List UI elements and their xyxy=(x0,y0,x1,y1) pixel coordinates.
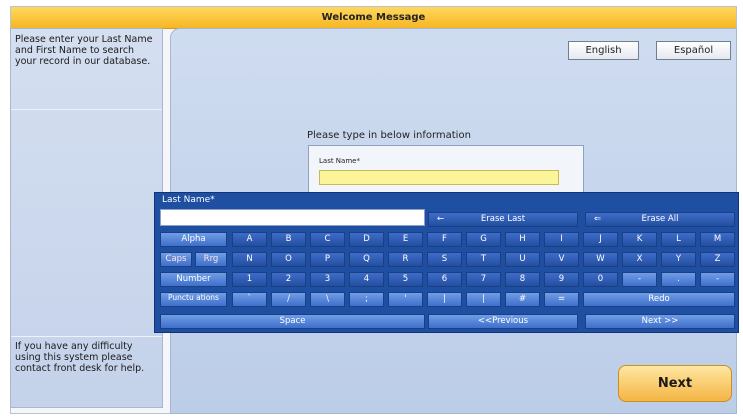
erase-last-button[interactable]: ← Erase Last xyxy=(428,212,578,227)
alpha-mode-key[interactable]: Alpha xyxy=(160,232,227,247)
key-7[interactable]: 7 xyxy=(466,272,501,287)
key-f[interactable]: F xyxy=(427,232,462,247)
punctuation-mode-key[interactable]: Punctu ations xyxy=(160,292,227,307)
key-9[interactable]: 9 xyxy=(544,272,579,287)
last-name-input[interactable] xyxy=(319,170,559,185)
redo-button[interactable]: Redo xyxy=(583,292,735,307)
key-period[interactable]: . xyxy=(661,272,696,287)
keyboard-text-field[interactable] xyxy=(160,209,425,226)
key-p[interactable]: P xyxy=(310,252,345,267)
keyboard-next-button[interactable]: Next >> xyxy=(585,314,735,329)
key-5[interactable]: 5 xyxy=(388,272,423,287)
espanol-button[interactable]: Español xyxy=(656,41,731,60)
key-3[interactable]: 3 xyxy=(310,272,345,287)
key-1[interactable]: 1 xyxy=(232,272,267,287)
help-text: If you have any difficulty using this sy… xyxy=(15,341,145,374)
key-i[interactable]: I xyxy=(544,232,579,247)
key-e[interactable]: E xyxy=(388,232,423,247)
key-backtick[interactable]: ` xyxy=(232,292,267,307)
form-prompt: Please type in below information xyxy=(307,130,471,141)
caps-key[interactable]: Caps xyxy=(160,252,192,267)
last-name-label: Last Name* xyxy=(319,157,360,165)
rrg-key[interactable]: Rrg xyxy=(195,252,227,267)
instructions-text: Please enter your Last Name and First Na… xyxy=(15,34,153,67)
instruction-sidebar: Please enter your Last Name and First Na… xyxy=(10,28,163,408)
key-j[interactable]: J xyxy=(583,232,618,247)
key-z[interactable]: Z xyxy=(700,252,735,267)
key-backslash[interactable]: \ xyxy=(310,292,345,307)
erase-all-button[interactable]: ⇐ Erase All xyxy=(585,212,735,227)
key-0[interactable]: 0 xyxy=(583,272,618,287)
key-t[interactable]: T xyxy=(466,252,501,267)
key-slash[interactable]: / xyxy=(271,292,306,307)
key-equals[interactable]: = xyxy=(544,292,579,307)
number-mode-key[interactable]: Number xyxy=(160,272,227,287)
key-8[interactable]: 8 xyxy=(505,272,540,287)
key-o[interactable]: O xyxy=(271,252,306,267)
key-s[interactable]: S xyxy=(427,252,462,267)
key-q[interactable]: Q xyxy=(349,252,384,267)
key-m[interactable]: M xyxy=(700,232,735,247)
key-d[interactable]: D xyxy=(349,232,384,247)
key-u[interactable]: U xyxy=(505,252,540,267)
english-button[interactable]: English xyxy=(568,41,639,60)
key-hash[interactable]: # xyxy=(505,292,540,307)
key-w[interactable]: W xyxy=(583,252,618,267)
key-h[interactable]: H xyxy=(505,232,540,247)
sidebar-divider xyxy=(11,109,162,110)
key-apostrophe[interactable]: ' xyxy=(388,292,423,307)
key-c[interactable]: C xyxy=(310,232,345,247)
window-title: Welcome Message xyxy=(11,7,736,29)
back-arrow-icon: ← xyxy=(437,214,445,224)
key-k[interactable]: K xyxy=(622,232,657,247)
key-v[interactable]: V xyxy=(544,252,579,267)
key-n[interactable]: N xyxy=(232,252,267,267)
last-name-form: Last Name* xyxy=(308,145,584,195)
key-dash[interactable]: - xyxy=(700,272,735,287)
sidebar-divider xyxy=(11,336,162,337)
on-screen-keyboard: Last Name* ← Erase Last ⇐ Erase All Alph… xyxy=(154,192,739,333)
key-a[interactable]: A xyxy=(232,232,267,247)
key-pipe[interactable]: | xyxy=(466,292,501,307)
key-pipe[interactable]: | xyxy=(427,292,462,307)
erase-all-arrow-icon: ⇐ xyxy=(594,214,602,224)
key-2[interactable]: 2 xyxy=(271,272,306,287)
space-key[interactable]: Space xyxy=(160,314,425,329)
key-r[interactable]: R xyxy=(388,252,423,267)
key-l[interactable]: L xyxy=(661,232,696,247)
erase-all-label: Erase All xyxy=(641,214,679,224)
next-button[interactable]: Next xyxy=(618,365,732,402)
key-semicolon[interactable]: ; xyxy=(349,292,384,307)
key-4[interactable]: 4 xyxy=(349,272,384,287)
key-x[interactable]: X xyxy=(622,252,657,267)
key-6[interactable]: 6 xyxy=(427,272,462,287)
keyboard-field-label: Last Name* xyxy=(162,195,215,205)
key-b[interactable]: B xyxy=(271,232,306,247)
erase-last-label: Erase Last xyxy=(480,214,526,224)
key-y[interactable]: Y xyxy=(661,252,696,267)
key-dash[interactable]: - xyxy=(622,272,657,287)
previous-button[interactable]: <<Previous xyxy=(428,314,578,329)
key-g[interactable]: G xyxy=(466,232,501,247)
